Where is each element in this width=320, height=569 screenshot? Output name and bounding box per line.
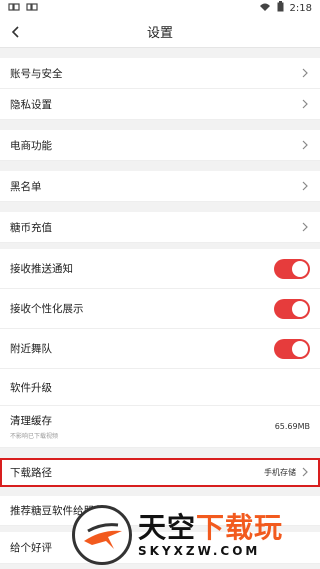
row-ecommerce[interactable]: 电商功能 (0, 130, 320, 161)
group-gap (0, 448, 320, 458)
toggle-knob (292, 300, 308, 317)
row-sublabel: 不影响已下载视频 (10, 433, 59, 440)
watermark-url: SKYXZW.COM (138, 543, 261, 558)
row-label: 黑名单 (10, 180, 42, 193)
chevron-right-icon (300, 222, 310, 232)
watermark-title-right: 下载玩 (196, 510, 284, 544)
toggle-knob (292, 260, 308, 277)
row-label: 隐私设置 (10, 98, 52, 111)
row-label: 软件升级 (10, 381, 52, 394)
row-label: 给个好评 (10, 542, 52, 554)
row-upgrade[interactable]: 软件升级 (0, 369, 320, 406)
download-path-value: 手机存储 (264, 467, 296, 477)
personal-toggle[interactable] (274, 298, 310, 319)
row-cache[interactable]: 清理缓存 不影响已下载视频 65.69MB (0, 406, 320, 448)
group-gap (0, 48, 320, 58)
row-label: 清理缓存 (10, 415, 52, 427)
row-push: 接收推送通知 (0, 249, 320, 289)
row-blacklist[interactable]: 黑名单 (0, 171, 320, 202)
row-personal: 接收个性化展示 (0, 289, 320, 329)
notification-icon (8, 2, 20, 15)
row-label: 下载路径 (10, 466, 52, 479)
plane-logo-icon (72, 504, 132, 565)
chevron-right-icon (300, 99, 310, 109)
group-gap (0, 120, 320, 130)
page-title: 设置 (146, 26, 173, 41)
clock-time: 2:18 (289, 2, 312, 14)
group-gap (0, 202, 320, 212)
watermark-title-left: 天空 (138, 510, 197, 544)
battery-icon (277, 1, 284, 15)
chevron-right-icon (300, 140, 310, 150)
status-bar: 2:18 (0, 0, 320, 16)
toggle-knob (292, 340, 308, 357)
row-label: 接收推送通知 (10, 263, 73, 275)
row-nearby: 附近舞队 (0, 329, 320, 369)
chevron-right-icon (300, 68, 310, 78)
row-label: 接收个性化展示 (10, 303, 84, 315)
cache-size: 65.69MB (274, 422, 310, 431)
nav-bar: 设置 (0, 16, 320, 48)
wifi-icon (259, 2, 271, 15)
row-recharge[interactable]: 糖币充值 (0, 212, 320, 243)
watermark: 天空下载玩 SKYXZW.COM (72, 500, 320, 569)
push-toggle[interactable] (274, 258, 310, 279)
row-label: 电商功能 (10, 139, 52, 152)
row-label: 附近舞队 (10, 343, 52, 355)
row-account[interactable]: 账号与安全 (0, 58, 320, 89)
notification-icon (26, 2, 38, 15)
chevron-right-icon (300, 181, 310, 191)
back-button[interactable] (4, 22, 28, 42)
row-label: 糖币充值 (10, 221, 52, 234)
chevron-left-icon (11, 26, 19, 38)
row-privacy[interactable]: 隐私设置 (0, 89, 320, 120)
group-gap (0, 161, 320, 171)
row-download[interactable]: 下载路径 手机存储 (0, 458, 320, 487)
chevron-right-icon (300, 467, 310, 477)
nearby-toggle[interactable] (274, 338, 310, 359)
group-gap (0, 487, 320, 496)
row-label: 账号与安全 (10, 67, 63, 80)
